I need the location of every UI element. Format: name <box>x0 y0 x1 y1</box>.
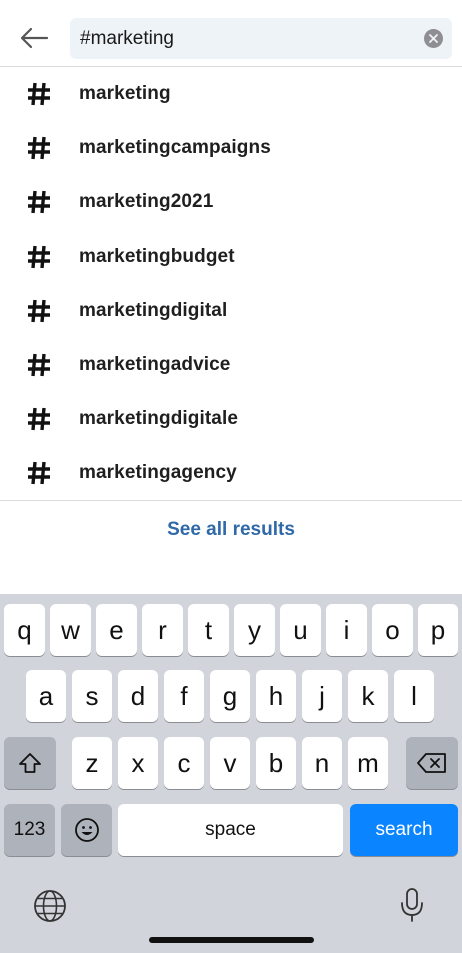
search-header <box>0 0 462 67</box>
hashtag-icon <box>0 460 79 486</box>
result-label: marketingbudget <box>79 245 235 267</box>
search-box <box>70 18 452 59</box>
arrow-left-icon <box>20 27 49 49</box>
backspace-icon <box>417 753 446 773</box>
key-x[interactable]: x <box>118 737 158 789</box>
back-button[interactable] <box>14 22 54 54</box>
microphone-icon <box>401 888 423 922</box>
list-item[interactable]: marketing2021 <box>0 175 462 229</box>
key-i[interactable]: i <box>326 604 367 656</box>
hashtag-results-list: marketing marketingcampaigns marketing20… <box>0 67 462 501</box>
hashtag-icon <box>0 81 79 107</box>
result-label: marketing2021 <box>79 191 214 213</box>
key-v[interactable]: v <box>210 737 250 789</box>
backspace-key[interactable] <box>406 737 458 789</box>
key-m[interactable]: m <box>348 737 388 789</box>
numbers-key[interactable]: 123 <box>4 804 55 856</box>
key-k[interactable]: k <box>348 670 388 722</box>
globe-button[interactable] <box>30 886 70 926</box>
key-w[interactable]: w <box>50 604 91 656</box>
list-item[interactable]: marketingbudget <box>0 230 462 284</box>
hashtag-icon <box>0 298 79 324</box>
key-z[interactable]: z <box>72 737 112 789</box>
list-item[interactable]: marketingcampaigns <box>0 121 462 175</box>
key-d[interactable]: d <box>118 670 158 722</box>
key-y[interactable]: y <box>234 604 275 656</box>
result-label: marketingadvice <box>79 354 231 376</box>
key-c[interactable]: c <box>164 737 204 789</box>
result-label: marketingdigitale <box>79 408 239 430</box>
emoji-icon <box>74 818 99 842</box>
result-label: marketingagency <box>79 462 237 484</box>
key-p[interactable]: p <box>418 604 458 656</box>
shift-icon <box>19 753 41 773</box>
home-indicator <box>149 937 314 943</box>
list-item[interactable]: marketingagency <box>0 446 462 500</box>
list-item[interactable]: marketingadvice <box>0 338 462 392</box>
dictation-button[interactable] <box>392 884 432 926</box>
key-u[interactable]: u <box>280 604 321 656</box>
list-item[interactable]: marketing <box>0 67 462 121</box>
key-a[interactable]: a <box>26 670 66 722</box>
clear-circle-icon <box>429 34 438 43</box>
key-g[interactable]: g <box>210 670 250 722</box>
hashtag-icon <box>0 189 79 215</box>
list-item[interactable]: marketingdigital <box>0 284 462 338</box>
key-e[interactable]: e <box>96 604 137 656</box>
key-t[interactable]: t <box>188 604 229 656</box>
key-j[interactable]: j <box>302 670 342 722</box>
key-r[interactable]: r <box>142 604 183 656</box>
space-key[interactable]: space <box>118 804 343 856</box>
clear-search-button[interactable] <box>424 29 443 48</box>
globe-icon <box>34 890 66 922</box>
hashtag-icon <box>0 135 79 161</box>
emoji-key[interactable] <box>61 804 112 856</box>
divider <box>0 500 462 501</box>
result-label: marketingcampaigns <box>79 137 271 159</box>
key-b[interactable]: b <box>256 737 296 789</box>
key-q[interactable]: q <box>4 604 45 656</box>
result-label: marketingdigital <box>79 299 228 321</box>
result-label: marketing <box>79 83 171 105</box>
list-item[interactable]: marketingdigitale <box>0 392 462 446</box>
on-screen-keyboard: q w e r t y u i o p a s d f g h j k l z … <box>0 594 462 953</box>
shift-key[interactable] <box>4 737 56 789</box>
hashtag-icon <box>0 352 79 378</box>
hashtag-icon <box>0 244 79 270</box>
key-n[interactable]: n <box>302 737 342 789</box>
key-l[interactable]: l <box>394 670 434 722</box>
key-s[interactable]: s <box>72 670 112 722</box>
key-f[interactable]: f <box>164 670 204 722</box>
hashtag-icon <box>0 406 79 432</box>
see-all-results-link[interactable]: See all results <box>0 510 462 550</box>
search-key[interactable]: search <box>350 804 458 856</box>
search-input[interactable] <box>70 18 410 59</box>
key-h[interactable]: h <box>256 670 296 722</box>
key-o[interactable]: o <box>372 604 413 656</box>
